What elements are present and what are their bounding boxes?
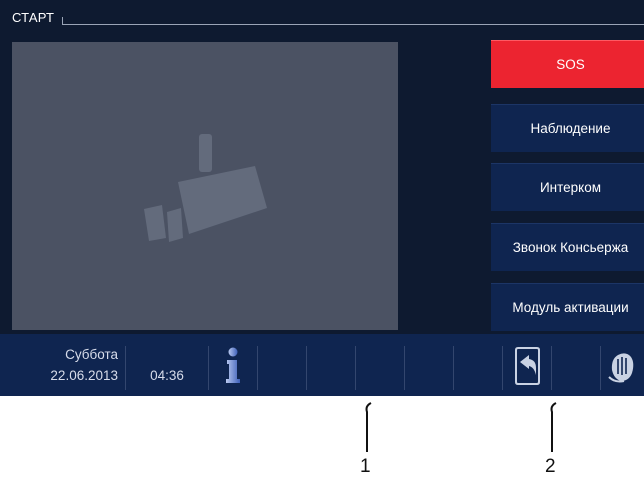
weekday-label: Суббота [65, 347, 118, 362]
sos-button[interactable]: SOS [491, 40, 644, 88]
camera-icon [144, 134, 267, 242]
status-divider [355, 346, 356, 390]
title-divider [62, 24, 644, 25]
concierge-call-button[interactable]: Звонок Консьержа [491, 223, 644, 271]
activation-module-button-label: Модуль активации [512, 300, 629, 315]
time-label: 04:36 [150, 368, 184, 383]
status-divider [453, 346, 454, 390]
sos-button-label: SOS [556, 57, 585, 72]
callout-leader-1 [365, 402, 372, 452]
status-divider [208, 346, 209, 390]
info-icon[interactable] [218, 346, 248, 386]
status-bar [0, 334, 644, 396]
concierge-call-button-label: Звонок Консьержа [512, 240, 629, 255]
intercom-button-label: Интерком [539, 180, 602, 195]
activation-module-button[interactable]: Модуль активации [491, 283, 644, 331]
status-divider [551, 346, 552, 390]
page-title: СТАРТ [12, 10, 55, 25]
surveillance-button[interactable]: Наблюдение [491, 104, 644, 152]
intercom-button[interactable]: Интерком [491, 163, 644, 211]
status-divider [306, 346, 307, 390]
cleaning-hand-icon[interactable] [607, 346, 639, 386]
video-area[interactable] [12, 42, 398, 330]
return-call-icon[interactable] [511, 346, 545, 386]
status-divider [600, 346, 601, 390]
surveillance-button-label: Наблюдение [530, 121, 611, 136]
device-screen: СТАРТ SOS Наблюдение Интерком Звонок Кон… [0, 0, 644, 396]
status-divider [257, 346, 258, 390]
callout-label-2: 2 [545, 456, 556, 477]
status-divider [125, 346, 126, 390]
callout-leader-2 [550, 402, 557, 452]
date-label: 22.06.2013 [50, 368, 118, 383]
callout-label-1: 1 [360, 456, 371, 477]
status-divider [404, 346, 405, 390]
status-divider [502, 346, 503, 390]
